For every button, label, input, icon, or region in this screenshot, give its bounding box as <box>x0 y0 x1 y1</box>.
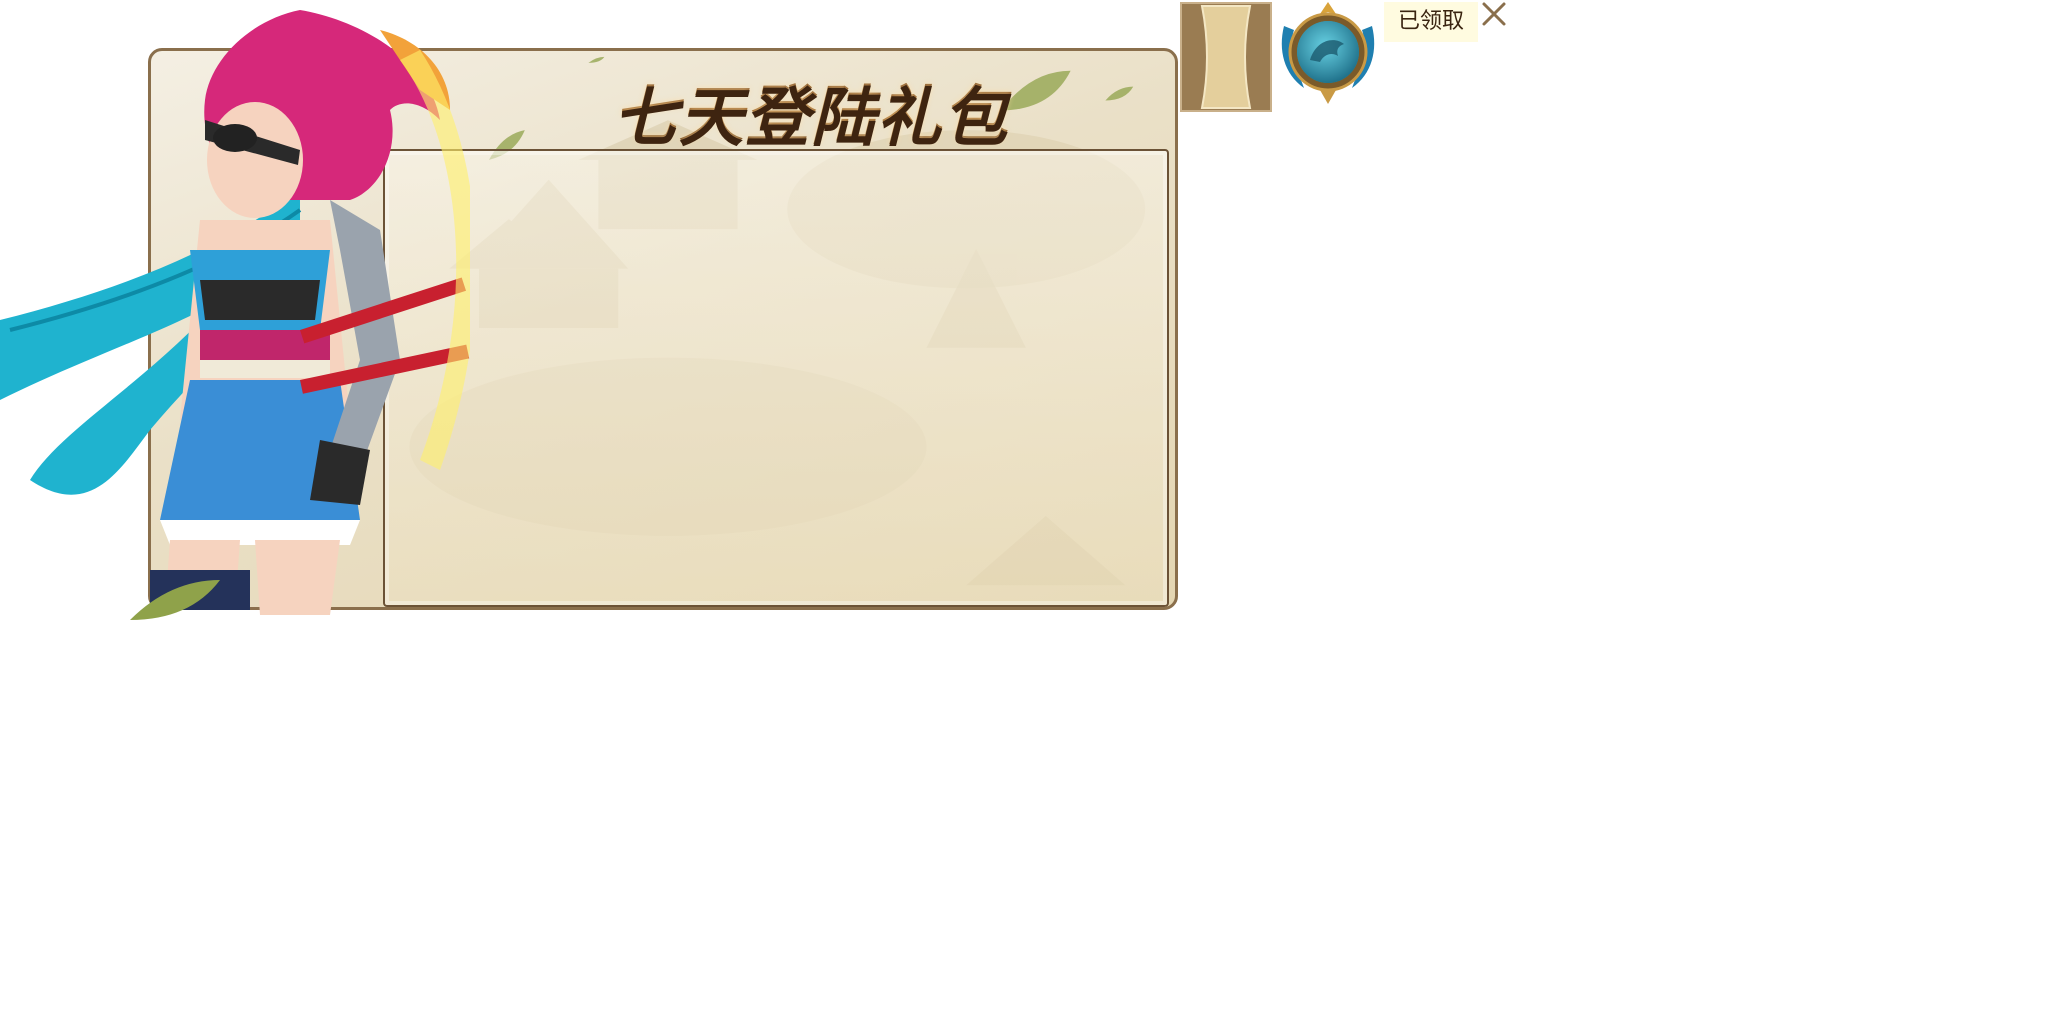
card-frame-icon[interactable] <box>1180 2 1272 112</box>
close-icon[interactable] <box>1480 0 1508 28</box>
reward-content-area <box>383 149 1169 607</box>
character-illustration <box>0 10 470 620</box>
panel-title: 七天登陆礼包 <box>591 65 1031 157</box>
claimed-status-badge: 已领取 <box>1384 2 1478 42</box>
eagle-emblem-icon[interactable] <box>1276 0 1380 106</box>
